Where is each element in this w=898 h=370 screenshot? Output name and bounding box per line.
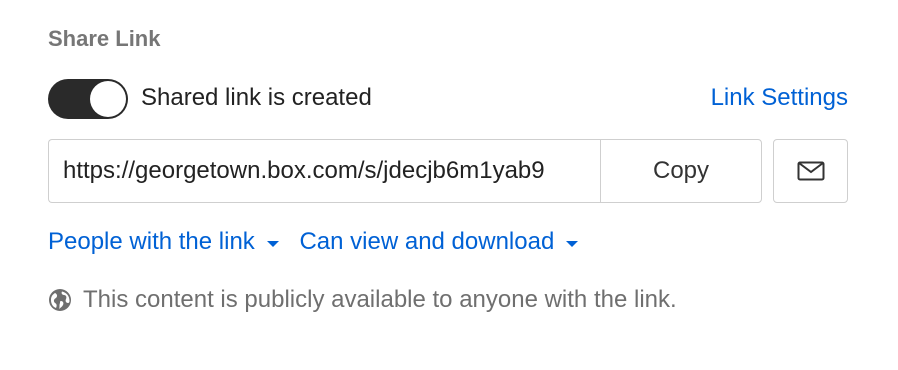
access-level-label: People with the link bbox=[48, 228, 255, 255]
share-link-panel: Share Link Shared link is created Link S… bbox=[0, 0, 898, 370]
toggle-knob bbox=[90, 81, 126, 117]
chevron-down-icon bbox=[266, 240, 279, 247]
section-title: Share Link bbox=[48, 26, 161, 51]
public-access-text: This content is publicly available to an… bbox=[83, 286, 677, 313]
link-row: Copy bbox=[48, 139, 848, 203]
email-button[interactable] bbox=[773, 139, 848, 203]
link-settings-link[interactable]: Link Settings bbox=[711, 84, 848, 112]
permission-level-dropdown[interactable]: Can view and download bbox=[299, 228, 579, 256]
public-access-info: This content is publicly available to an… bbox=[48, 286, 677, 314]
shared-link-toggle[interactable] bbox=[48, 79, 128, 119]
shared-link-url-input[interactable] bbox=[48, 139, 600, 203]
globe-icon bbox=[48, 288, 72, 312]
chevron-down-icon bbox=[566, 240, 579, 247]
envelope-icon bbox=[797, 161, 824, 181]
access-dropdowns: People with the link Can view and downlo… bbox=[48, 228, 592, 256]
copy-button[interactable]: Copy bbox=[600, 139, 762, 203]
access-level-dropdown[interactable]: People with the link bbox=[48, 228, 279, 256]
toggle-label: Shared link is created bbox=[141, 84, 372, 111]
permission-level-label: Can view and download bbox=[299, 228, 555, 255]
